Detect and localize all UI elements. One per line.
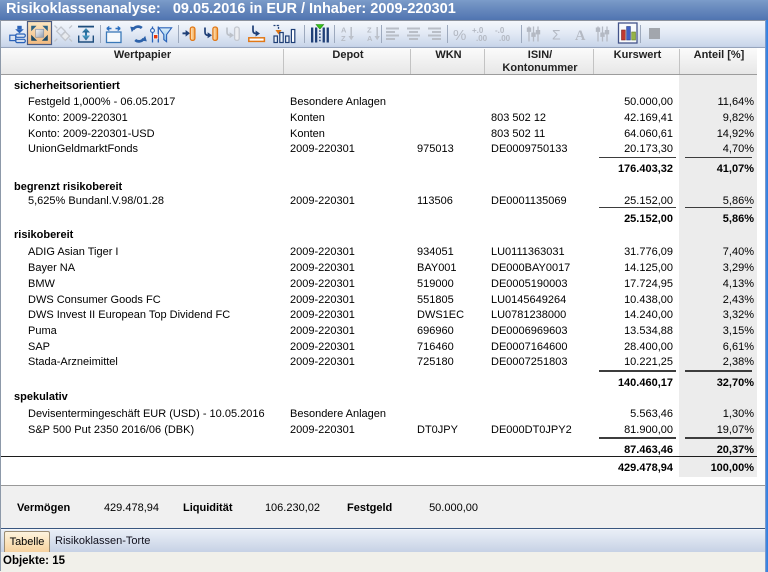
- svg-text:%: %: [453, 27, 466, 44]
- svg-text:Σ: Σ: [552, 27, 561, 43]
- svg-text:Z: Z: [341, 34, 346, 43]
- svg-text:A: A: [367, 34, 373, 43]
- svg-text:.00: .00: [476, 34, 488, 43]
- svg-text:A: A: [575, 28, 586, 44]
- svg-text:.00: .00: [499, 34, 511, 43]
